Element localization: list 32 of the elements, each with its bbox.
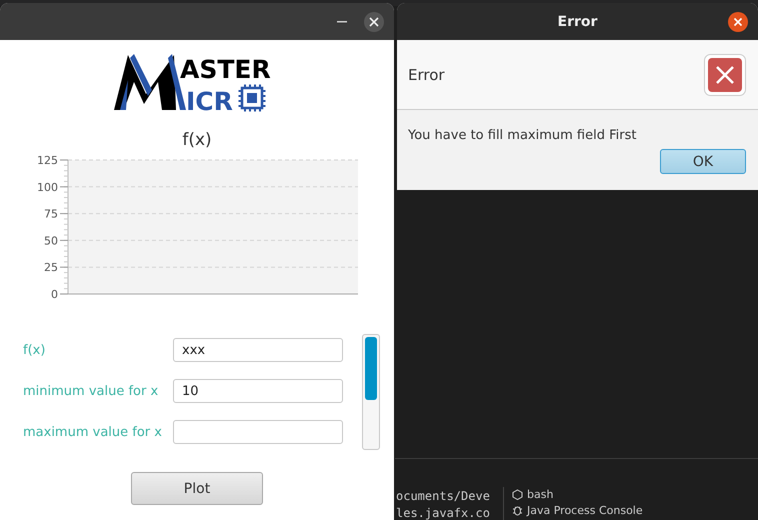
field-label: minimum value for x [23, 384, 160, 398]
error-icon [704, 54, 746, 96]
bug-icon [512, 505, 523, 516]
close-button[interactable] [728, 12, 748, 32]
input-field[interactable]: 10 [173, 379, 343, 403]
y-tick-label: 100 [37, 180, 58, 194]
scroll-bar[interactable] [362, 334, 380, 450]
input-field[interactable] [173, 420, 343, 444]
error-message: You have to fill maximum field First [407, 127, 638, 143]
minimize-icon [337, 20, 347, 22]
y-tick-label: 125 [37, 154, 58, 167]
close-button[interactable] [364, 12, 384, 32]
chart-title: f(x) [182, 130, 212, 150]
field-label: f(x) [23, 342, 46, 358]
terminal-tab[interactable]: bash [512, 488, 643, 501]
dialog-header: Error [408, 66, 445, 84]
close-icon [733, 17, 743, 27]
cube-icon [512, 489, 523, 500]
window-title: Error [558, 14, 598, 30]
y-tick-label: 25 [44, 261, 58, 274]
terminal-line: ocuments/Deve [396, 488, 490, 505]
y-tick-label: 0 [51, 288, 58, 301]
logo: ASTER ICR [112, 52, 292, 114]
plot-button[interactable]: Plot [131, 472, 263, 505]
y-tick-label: 50 [44, 234, 58, 248]
y-tick-label: 75 [44, 208, 58, 221]
terminal-line: les.javafx.co [396, 505, 490, 520]
input-field[interactable]: xxx [173, 338, 343, 362]
close-icon [369, 16, 379, 26]
terminal-tab[interactable]: Java Process Console [512, 504, 643, 517]
ok-button[interactable]: OK [660, 149, 746, 174]
field-label: maximum value for x [23, 424, 163, 440]
